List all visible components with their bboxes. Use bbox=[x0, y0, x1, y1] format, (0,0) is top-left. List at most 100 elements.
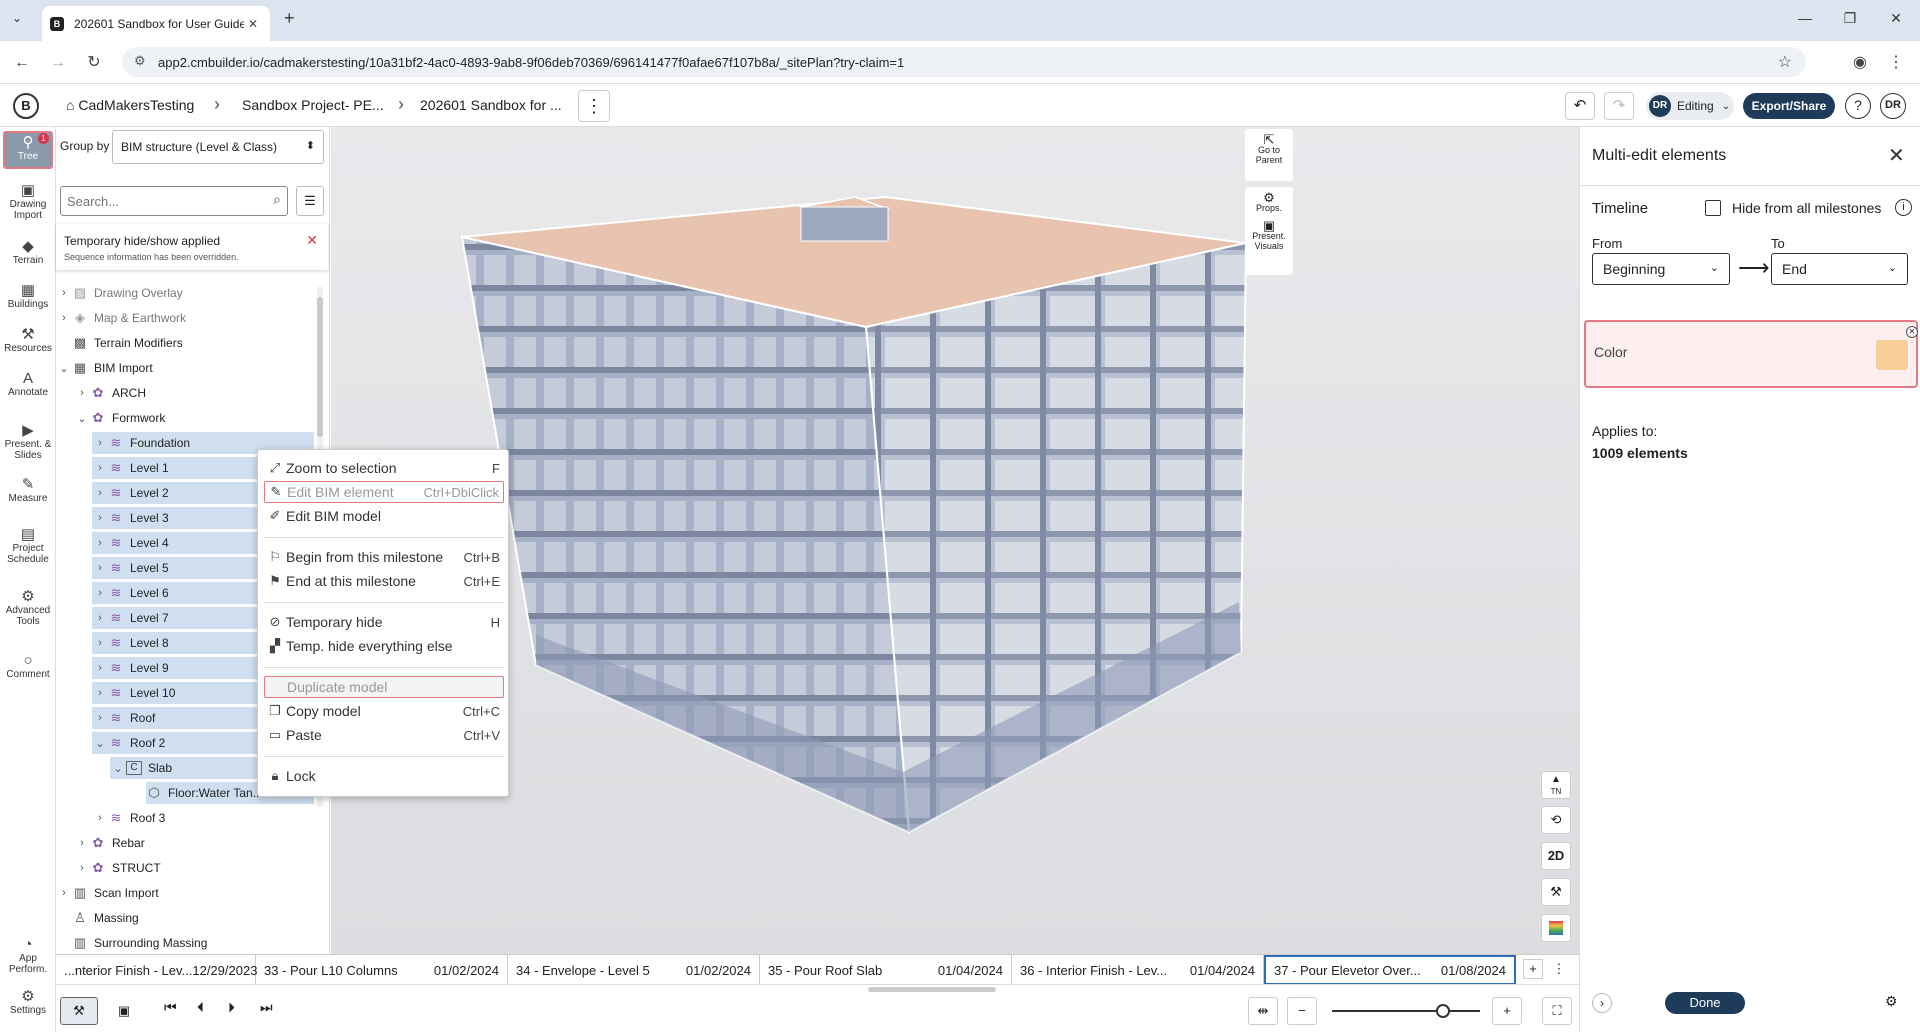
tree-node[interactable]: ♙ Massing bbox=[56, 907, 139, 929]
forward-icon[interactable]: → bbox=[48, 53, 68, 73]
rail-resources-button[interactable]: ⚒ Resources bbox=[3, 327, 53, 354]
expand-icon[interactable]: › bbox=[74, 862, 90, 874]
tree-node[interactable]: › ≋ Roof 3 bbox=[92, 807, 165, 829]
menu-paste[interactable]: ▭ Paste Ctrl+V bbox=[264, 724, 504, 746]
close-icon[interactable]: ✕ bbox=[1888, 143, 1905, 168]
milestone-item[interactable]: 34 - Envelope - Level 5 01/02/2024 bbox=[508, 955, 760, 985]
from-select[interactable]: Beginning ⌄ bbox=[1592, 253, 1730, 285]
expand-icon[interactable]: › bbox=[56, 287, 72, 299]
window-close-icon[interactable]: ✕ bbox=[1886, 10, 1906, 30]
info-icon[interactable]: i bbox=[1895, 199, 1912, 216]
add-milestone-icon[interactable]: + bbox=[1523, 959, 1543, 979]
tree-node[interactable]: › ✿ STRUCT bbox=[74, 857, 161, 879]
menu-temporary-hide[interactable]: ⊘ Temporary hide H bbox=[264, 611, 504, 633]
tree-node[interactable]: › ◈ Map & Earthwork bbox=[56, 307, 186, 329]
slides-view-icon[interactable]: ▣ bbox=[108, 997, 140, 1025]
menu-zoom-to-selection[interactable]: ⤢ Zoom to selection F bbox=[264, 457, 504, 479]
new-tab-icon[interactable]: + bbox=[284, 8, 295, 29]
3d-viewport[interactable]: ⇱ Go to Parent ⚙ Props. ▣ Present. Visuals ▲… bbox=[331, 127, 1579, 954]
rail-drawing-import-button[interactable]: ▣ Drawing Import bbox=[3, 183, 53, 221]
milestone-item-active[interactable]: 37 - Pour Elevetor Over... 01/08/2024 bbox=[1264, 955, 1516, 985]
milestone-item[interactable]: 35 - Pour Roof Slab 01/04/2024 bbox=[760, 955, 1012, 985]
rail-present-button[interactable]: ▶ Present. & Slides bbox=[3, 423, 53, 461]
collapse-icon[interactable]: ⌄ bbox=[92, 737, 108, 750]
expand-icon[interactable]: › bbox=[92, 587, 108, 599]
expand-icon[interactable]: › bbox=[92, 537, 108, 549]
group-by-select[interactable]: BIM structure (Level & Class) ⬍ bbox=[112, 130, 324, 164]
rail-buildings-button[interactable]: ▦ Buildings bbox=[3, 283, 53, 310]
orbit-icon[interactable]: ⟲ bbox=[1541, 806, 1571, 834]
tree-node[interactable]: › ▨ Drawing Overlay bbox=[56, 282, 183, 304]
filter-options-icon[interactable]: ☰ bbox=[296, 186, 324, 216]
rail-app-performance-button[interactable]: ◔ App Perform. bbox=[3, 937, 53, 975]
milestone-item[interactable]: ...nterior Finish - Lev... 12/29/2023 bbox=[56, 955, 257, 985]
expand-icon[interactable]: › bbox=[92, 612, 108, 624]
back-icon[interactable]: ← bbox=[12, 53, 32, 73]
expand-icon[interactable]: › bbox=[74, 837, 90, 849]
breadcrumb-home[interactable]: ⌂ CadMakersTesting bbox=[66, 97, 194, 113]
tree-node[interactable]: ⌄ ▦ BIM Import bbox=[56, 357, 152, 379]
rail-tree-button[interactable]: ⚲ Tree 1 bbox=[3, 131, 53, 169]
expand-icon[interactable]: › bbox=[92, 437, 108, 449]
more-options-icon[interactable]: ⋮ bbox=[578, 90, 610, 122]
play-icon[interactable]: ⏵ bbox=[228, 999, 235, 1016]
tree-node[interactable]: ⌄ ✿ Formwork bbox=[74, 407, 165, 429]
fit-width-icon[interactable]: ⇹ bbox=[1248, 997, 1278, 1025]
tree-node[interactable]: ▥ Surrounding Massing bbox=[56, 932, 208, 954]
search-icon[interactable]: ⌕ bbox=[273, 191, 281, 208]
menu-temp-hide-everything-else[interactable]: ▞ Temp. hide everything else bbox=[264, 635, 504, 657]
rail-measure-button[interactable]: ✎ Measure bbox=[3, 477, 53, 504]
go-to-parent-button[interactable]: ⇱ Go to Parent bbox=[1245, 129, 1293, 181]
tree-node[interactable]: › ✿ Rebar bbox=[74, 832, 145, 854]
expand-icon[interactable]: › bbox=[56, 312, 72, 324]
milestone-menu-icon[interactable]: ⋮ bbox=[1549, 959, 1569, 979]
redo-icon[interactable]: ↷ bbox=[1604, 92, 1634, 120]
to-select[interactable]: End ⌄ bbox=[1771, 253, 1908, 285]
expand-icon[interactable]: › bbox=[92, 487, 108, 499]
tab-list-icon[interactable]: ⌄ bbox=[12, 11, 22, 25]
zoom-slider-handle[interactable] bbox=[1436, 1004, 1450, 1018]
rail-comment-button[interactable]: ○ Comment bbox=[3, 653, 53, 680]
breadcrumb-project[interactable]: Sandbox Project- PE... bbox=[242, 97, 384, 113]
zoom-out-icon[interactable]: − bbox=[1287, 997, 1317, 1025]
timeline-scrollbar[interactable] bbox=[868, 987, 996, 992]
clear-hide-icon[interactable]: ✕ bbox=[306, 232, 318, 249]
rail-advanced-tools-button[interactable]: ⚙ Advanced Tools bbox=[3, 589, 53, 627]
collapse-icon[interactable]: ⌄ bbox=[110, 762, 126, 775]
step-back-icon[interactable]: ⏴ bbox=[197, 999, 204, 1016]
menu-edit-bim-element[interactable]: ✎ Edit BIM element Ctrl+DblClick bbox=[264, 481, 504, 503]
properties-button[interactable]: ⚙ Props. ▣ Present. Visuals bbox=[1245, 187, 1293, 275]
milestone-item[interactable]: 33 - Pour L10 Columns 01/02/2024 bbox=[256, 955, 508, 985]
tree-node[interactable]: ▩ Terrain Modifiers bbox=[56, 332, 183, 354]
elevator-overrun[interactable] bbox=[800, 206, 889, 242]
expand-icon[interactable]: › bbox=[74, 387, 90, 399]
export-share-button[interactable]: Export/Share bbox=[1743, 93, 1835, 119]
expand-icon[interactable]: › bbox=[92, 512, 108, 524]
undo-icon[interactable]: ↶ bbox=[1565, 92, 1595, 120]
menu-edit-bim-model[interactable]: ✐ Edit BIM model bbox=[264, 505, 504, 527]
avatar[interactable]: DR bbox=[1880, 93, 1906, 119]
zoom-in-icon[interactable]: + bbox=[1492, 997, 1522, 1025]
skip-to-end-icon[interactable]: ⏭ bbox=[260, 999, 273, 1016]
expand-icon[interactable]: › bbox=[92, 687, 108, 699]
side-facade[interactable] bbox=[460, 235, 911, 834]
search-input[interactable] bbox=[67, 188, 257, 214]
menu-end-at-milestone[interactable]: ⚑ End at this milestone Ctrl+E bbox=[264, 570, 504, 592]
url-field[interactable]: ⚙ app2.cmbuilder.io/cadmakerstesting/10a… bbox=[122, 47, 1806, 77]
done-button[interactable]: Done bbox=[1665, 992, 1745, 1014]
expand-icon[interactable]: › bbox=[92, 562, 108, 574]
expand-icon[interactable]: › bbox=[92, 812, 108, 824]
expand-icon[interactable]: › bbox=[92, 462, 108, 474]
menu-duplicate-model[interactable]: Duplicate model bbox=[264, 676, 504, 698]
tree-node[interactable]: › ▥ Scan Import bbox=[56, 882, 159, 904]
rail-settings-button[interactable]: ⚙ Settings bbox=[3, 989, 53, 1016]
color-swatch[interactable] bbox=[1876, 340, 1908, 370]
minimize-icon[interactable]: — bbox=[1795, 10, 1815, 30]
close-tab-icon[interactable]: ✕ bbox=[244, 17, 262, 31]
menu-lock[interactable]: 🔒︎ Lock bbox=[264, 765, 504, 787]
chevron-right-icon[interactable]: › bbox=[1592, 993, 1612, 1013]
edit-mode-dropdown[interactable]: DR Editing ⌄ bbox=[1646, 92, 1734, 120]
skip-to-start-icon[interactable]: ⏮ bbox=[164, 999, 177, 1016]
expand-icon[interactable]: › bbox=[92, 662, 108, 674]
breadcrumb-scene[interactable]: 202601 Sandbox for ... bbox=[420, 97, 562, 113]
